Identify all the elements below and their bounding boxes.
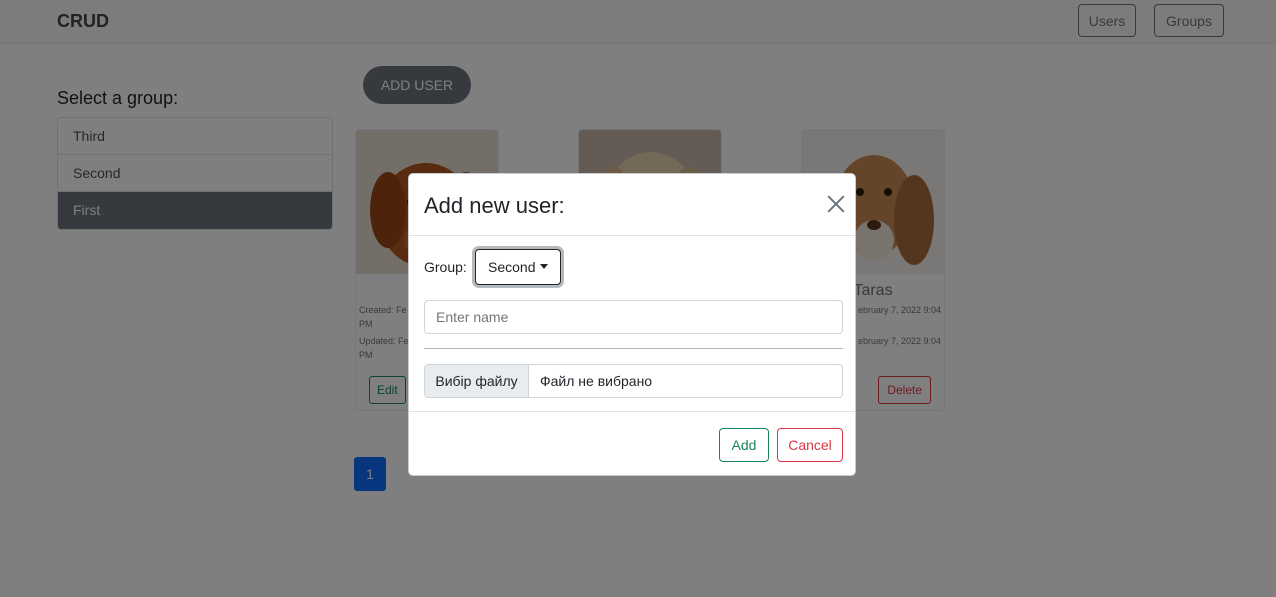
- caret-down-icon: [540, 263, 549, 269]
- file-choose-button[interactable]: Вибір файлу: [425, 365, 529, 397]
- group-dropdown[interactable]: Second: [475, 249, 561, 285]
- group-dropdown-value: Second: [488, 259, 536, 275]
- add-button[interactable]: Add: [719, 428, 769, 462]
- modal-header: Add new user:: [409, 174, 855, 236]
- modal-title: Add new user:: [424, 193, 565, 218]
- file-input[interactable]: Вибір файлу Файл не вибрано: [424, 364, 843, 398]
- name-input[interactable]: [424, 300, 843, 334]
- add-user-modal: Add new user: Group: Second Вибір файлу …: [408, 173, 856, 476]
- file-status: Файл не вибрано: [540, 373, 653, 389]
- divider: [424, 348, 843, 349]
- group-label: Group:: [424, 259, 467, 275]
- close-icon[interactable]: [827, 195, 845, 213]
- cancel-button[interactable]: Cancel: [777, 428, 843, 462]
- modal-footer-divider: [409, 411, 855, 412]
